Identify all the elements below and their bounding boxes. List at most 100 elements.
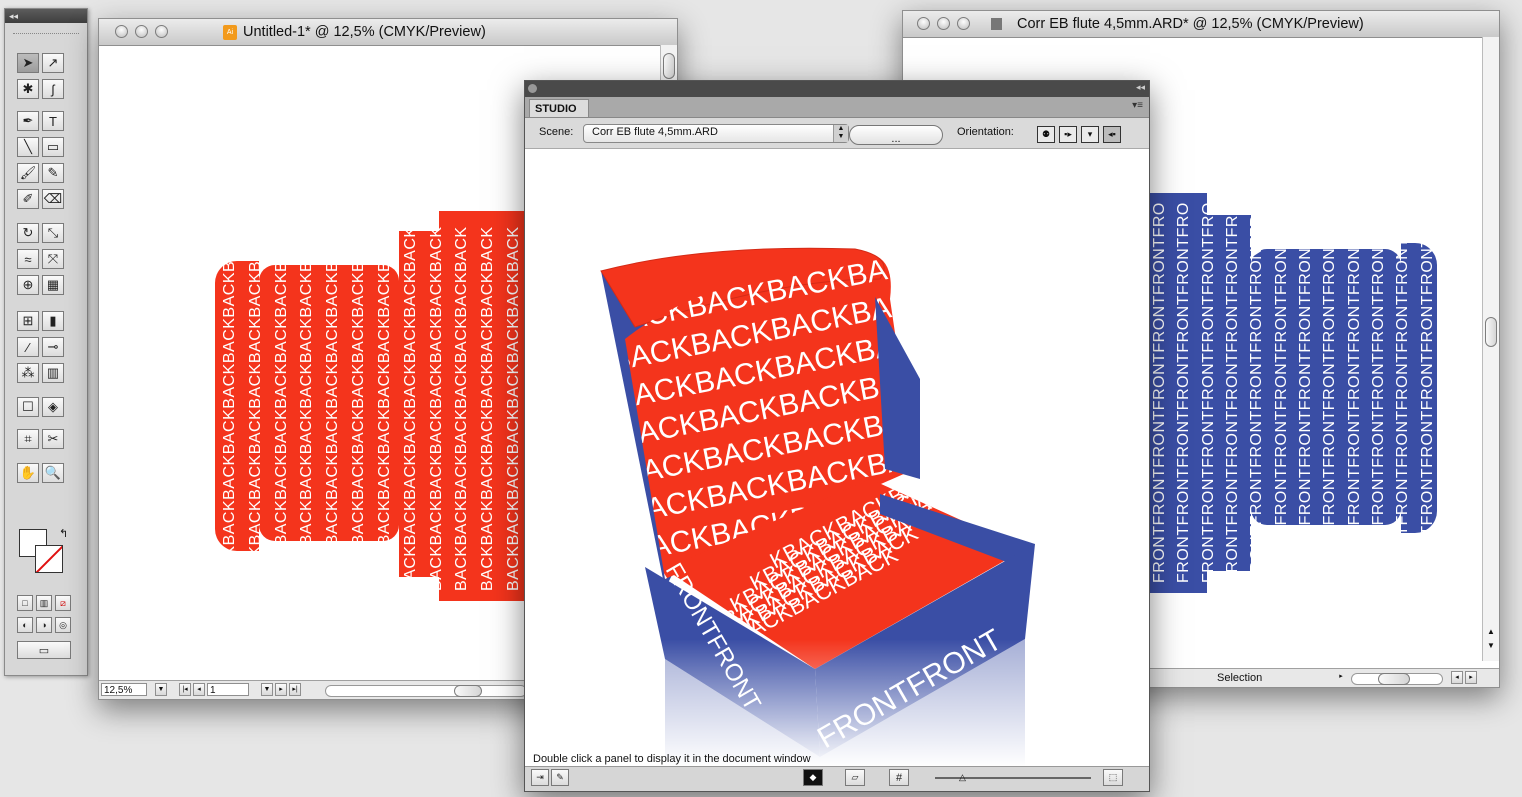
draw-behind-button[interactable]: ◑ [36,617,52,633]
fold-slider[interactable]: △ [935,772,1091,782]
stroke-swatch[interactable] [35,545,63,573]
screen-mode-button[interactable]: ▭ [17,641,71,659]
blob-brush-icon[interactable]: ✐ [17,189,39,209]
orientation-front-button[interactable]: ⚉ [1037,126,1055,143]
horizontal-scrollbar[interactable] [1351,673,1443,685]
paintbrush-icon[interactable]: 🖌 [17,163,39,183]
close-icon[interactable] [917,17,930,30]
zoom-icon[interactable] [957,17,970,30]
art-text-column: FRONTFRONTFRONTFRONTFRONTFRONTFRONTFRONT [1151,203,1168,583]
mesh-icon[interactable]: ⊞ [17,311,39,331]
status-label[interactable]: Selection [1217,672,1262,684]
horizontal-scroll-thumb[interactable] [454,685,482,697]
edit-view-button[interactable]: ✎ [551,769,569,786]
graph-icon[interactable]: ▥ [42,363,64,383]
orientation-side-button[interactable]: ▪▸ [1059,126,1077,143]
symbol-sprayer-icon[interactable]: ⁂ [17,363,39,383]
document-titlebar[interactable]: Ai Untitled-1* @ 12,5% (CMYK/Preview) [99,19,677,46]
perspective-grid-icon[interactable]: ▦ [42,275,64,295]
scene-options-button[interactable]: ... [849,125,943,145]
eyedropper-icon[interactable]: ⁄ [17,337,39,357]
pencil-icon[interactable]: ✎ [42,163,64,183]
gradient-icon[interactable]: ▮ [42,311,64,331]
selection-icon[interactable]: ➤ [17,53,39,73]
color-button[interactable]: □ [17,595,33,611]
zoom-dropdown[interactable]: ▼ [155,683,167,696]
render-mode-wire-button[interactable]: ▱ [845,769,865,786]
magic-wand-icon[interactable]: ✱ [17,79,39,99]
studio-panel-header[interactable]: ◂◂ [525,81,1149,97]
blend-icon[interactable]: ⊸ [42,337,64,357]
page-dropdown[interactable]: ▼ [261,683,273,696]
render-mode-solid-button[interactable]: ◆ [803,769,823,786]
status-menu-button[interactable]: ▸ [1335,671,1347,684]
direct-selection-icon[interactable]: ↗ [42,53,64,73]
rotate-icon[interactable]: ↻ [17,223,39,243]
document-titlebar[interactable]: Corr EB flute 4,5mm.ARD* @ 12,5% (CMYK/P… [903,11,1499,38]
draw-normal-button[interactable]: ◐ [17,617,33,633]
next-page-button[interactable]: ▸ [275,683,287,696]
fold-closed-icon[interactable]: ⬚ [1103,769,1123,786]
scroll-left-icon[interactable]: ◂ [1451,671,1463,684]
orientation-back-button[interactable]: ◂▪ [1103,126,1121,143]
art-text-column: BACKBACKBACKBACKBACKBACKBACKBACK [350,226,368,591]
studio-panel: ◂◂ STUDIO ▾≡ Scene: Corr EB flute 4,5mm.… [524,80,1150,792]
scroll-right-icon[interactable]: ▸ [1465,671,1477,684]
art-text-column: FRONTFRONTFRONTFRONTFRONTFRONTFRONTFRONT [1345,203,1362,583]
vertical-scrollbar[interactable]: ▲ ▼ [1482,37,1499,661]
lasso-icon[interactable]: ʃ [42,79,64,99]
tools-panel-grip[interactable] [13,25,79,34]
scissors-icon[interactable]: ✂ [42,429,64,449]
artboard-icon[interactable]: ☐ [17,397,39,417]
panel-close-icon[interactable] [528,84,537,93]
scroll-up-icon[interactable]: ▲ [1487,627,1495,636]
grid-toggle-button[interactable]: # [889,769,909,786]
scroll-down-icon[interactable]: ▼ [1487,641,1495,650]
scene-select[interactable]: Corr EB flute 4,5mm.ARD ▲ ▼ [583,124,849,143]
type-icon[interactable]: T [42,111,64,131]
free-transform-icon[interactable]: ⤧ [42,249,64,269]
hand-icon[interactable]: ✋ [17,463,39,483]
panel-menu-icon[interactable]: ▾≡ [1132,100,1143,111]
zoom-field[interactable]: 12,5% [101,683,147,696]
shape-builder-icon[interactable]: ⊕ [17,275,39,295]
3d-box-preview[interactable]: KBACKBACKBACKBACKKBACKBACKBACKBACKKBACKB… [525,149,1149,767]
panel-collapse-icon[interactable]: ◂◂ [1136,82,1145,93]
tab-studio[interactable]: STUDIO [529,99,589,117]
pen-icon[interactable]: ✒ [17,111,39,131]
art-text-column: BACKBACKBACKBACKBACKBACKBACKBACK [479,226,497,591]
draw-inside-button[interactable]: ◎ [55,617,71,633]
line-icon[interactable]: ╲ [17,137,39,157]
export-to-document-button[interactable]: ⇥ [531,769,549,786]
close-icon[interactable] [115,25,128,38]
zoom-icon[interactable]: 🔍 [42,463,64,483]
none-button[interactable]: ⧄ [55,595,71,611]
slice-icon[interactable]: ⌗ [17,429,39,449]
document-title: Untitled-1* @ 12,5% (CMYK/Preview) [243,24,486,40]
warp-icon[interactable]: ≈ [17,249,39,269]
horizontal-scroll-thumb[interactable] [1378,673,1410,685]
horizontal-scrollbar[interactable] [325,685,527,697]
fold-slider-thumb[interactable]: △ [959,772,966,783]
zoom-icon[interactable] [155,25,168,38]
page-field[interactable]: 1 [207,683,249,696]
swap-fill-stroke-icon[interactable]: ↰ [59,527,68,540]
orientation-top-button[interactable]: ▾ [1081,126,1099,143]
vertical-scroll-thumb[interactable] [663,53,675,79]
tools-panel-collapse[interactable]: ◂◂ [5,9,87,23]
first-page-button[interactable]: |◂ [179,683,191,696]
last-page-button[interactable]: ▸| [289,683,301,696]
art-text-column: FRONTFRONTFRONTFRONTFRONTFRONTFRONTFRONT [1199,203,1216,583]
minimize-icon[interactable] [937,17,950,30]
gradient-button[interactable]: ▥ [36,595,52,611]
art-text-column: BACKBACKBACKBACKBACKBACKBACKBACK [427,226,445,591]
art-text-column: FRONTFRONTFRONTFRONTFRONTFRONTFRONTFRONT [1321,203,1338,583]
prev-page-button[interactable]: ◂ [193,683,205,696]
scene-label: Scene: [539,126,574,138]
minimize-icon[interactable] [135,25,148,38]
rectangle-icon[interactable]: ▭ [42,137,64,157]
live-paint-icon[interactable]: ◈ [42,397,64,417]
scale-icon[interactable]: ⤡ [42,223,64,243]
vertical-scroll-thumb[interactable] [1485,317,1497,347]
eraser-icon[interactable]: ⌫ [42,189,64,209]
